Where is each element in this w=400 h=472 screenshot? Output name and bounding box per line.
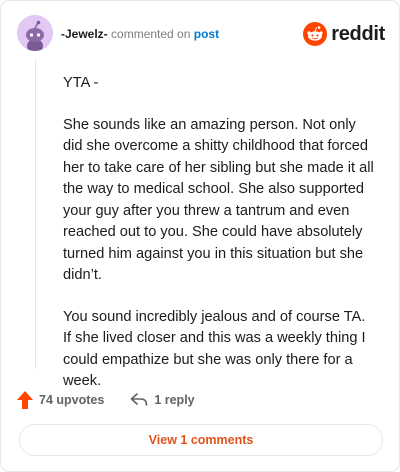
comment-header: -Jewelz- commented on post reddit: [17, 15, 385, 53]
comment-meta: -Jewelz- commented on post: [61, 27, 219, 41]
comment-body: YTA - She sounds like an amazing person.…: [63, 73, 377, 413]
thread-line: [35, 59, 36, 369]
snoo-avatar-icon: [17, 15, 53, 51]
action-text: commented on: [111, 27, 191, 41]
avatar[interactable]: [17, 15, 53, 51]
upvote-count: 74 upvotes: [39, 393, 105, 407]
upvote-button[interactable]: 74 upvotes: [17, 391, 104, 409]
comment-paragraph: You sound incredibly jealous and of cour…: [63, 308, 366, 390]
brand-wordmark: reddit: [331, 22, 385, 45]
comment-paragraph: YTA -: [63, 75, 99, 91]
comment-paragraph: She sounds like an amazing person. Not o…: [63, 116, 374, 284]
reply-count: 1 reply: [154, 393, 195, 407]
reddit-logo-icon: [303, 22, 328, 46]
author-name[interactable]: -Jewelz-: [61, 27, 108, 41]
comment-card: -Jewelz- commented on post reddit YTA - …: [0, 0, 400, 472]
reply-arrow-icon: [131, 393, 148, 406]
reddit-brand[interactable]: reddit: [303, 21, 385, 47]
reply-button[interactable]: 1 reply: [130, 393, 195, 407]
upvote-arrow-icon: [17, 391, 33, 409]
post-link[interactable]: post: [194, 27, 219, 41]
view-comments-button[interactable]: View 1 comments: [19, 424, 383, 456]
comment-actions: 74 upvotes 1 reply: [17, 389, 221, 411]
